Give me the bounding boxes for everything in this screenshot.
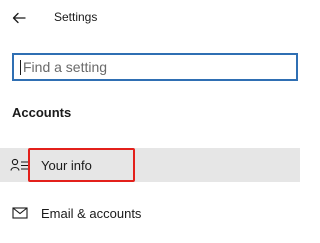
annotation-highlight-box xyxy=(28,148,135,182)
nav-item-label: Email & accounts xyxy=(41,205,142,221)
back-arrow-icon xyxy=(12,12,26,24)
person-info-icon xyxy=(10,156,30,174)
mail-icon xyxy=(10,204,30,222)
search-box[interactable] xyxy=(12,53,298,81)
section-heading: Accounts xyxy=(12,105,72,120)
nav-item-email-accounts[interactable]: Email & accounts xyxy=(0,196,300,230)
search-input[interactable] xyxy=(21,56,296,78)
window-title: Settings xyxy=(54,10,98,24)
settings-window: Settings Accounts Your info Email & acco… xyxy=(0,0,300,243)
title-bar: Settings xyxy=(0,0,300,36)
back-button[interactable] xyxy=(6,6,32,30)
